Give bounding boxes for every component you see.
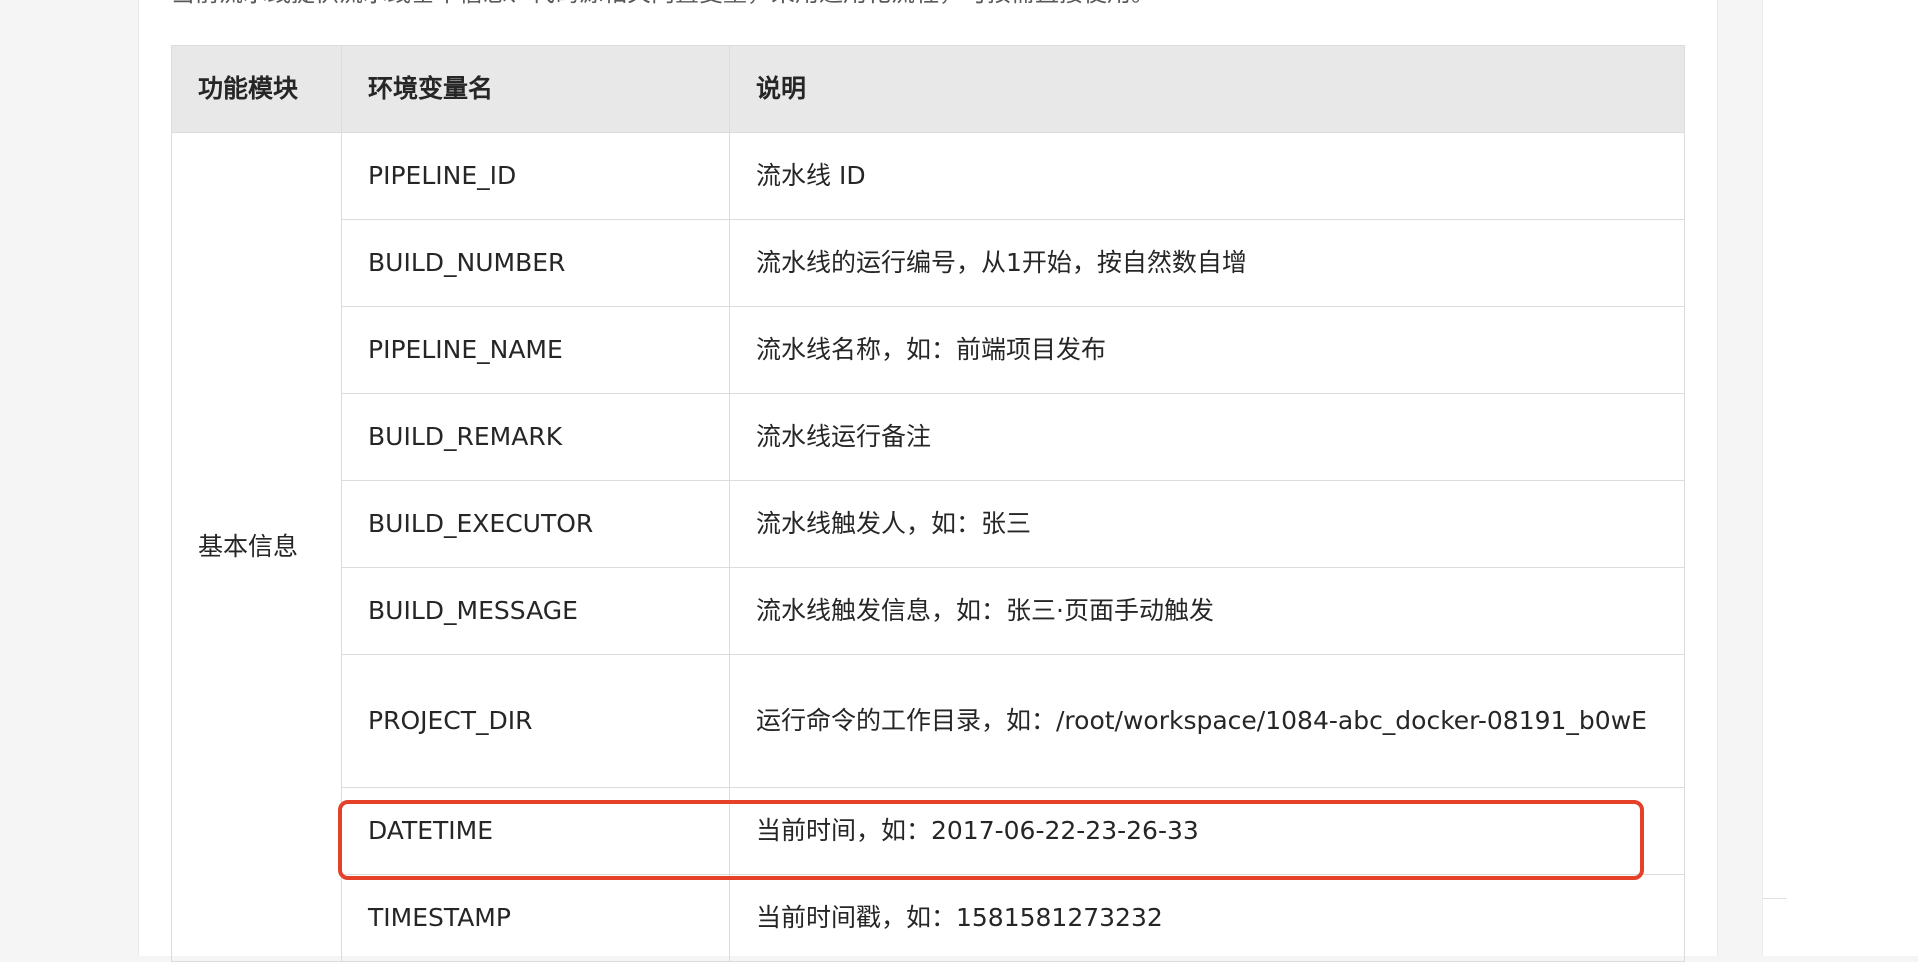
table-row: BUILD_MESSAGE 流水线触发信息，如：张三·页面手动触发 — [172, 567, 1685, 655]
variable-description: 当前时间戳，如：1581581273232 — [729, 874, 1685, 962]
table-row: PIPELINE_NAME 流水线名称，如：前端项目发布 — [172, 306, 1685, 394]
right-rail — [1762, 0, 1918, 956]
variable-name: PIPELINE_ID — [341, 132, 730, 220]
rail-divider — [1763, 898, 1787, 899]
variable-description: 流水线名称，如：前端项目发布 — [729, 306, 1685, 394]
env-variable-table: 功能模块 环境变量名 说明 基本信息 PIPELINE_ID 流水线 ID BU… — [171, 45, 1685, 962]
variable-description: 当前时间，如：2017-06-22-23-26-33 — [729, 787, 1685, 875]
variable-name: DATETIME — [341, 787, 730, 875]
table-row: TIMESTAMP 当前时间戳，如：1581581273232 — [172, 874, 1685, 962]
variable-name: BUILD_MESSAGE — [341, 567, 730, 655]
module-cell: 基本信息 — [171, 132, 342, 962]
variable-description: 流水线 ID — [729, 132, 1685, 220]
variable-description: 流水线触发信息，如：张三·页面手动触发 — [729, 567, 1685, 655]
table-row: BUILD_REMARK 流水线运行备注 — [172, 393, 1685, 481]
variable-description: 流水线的运行编号，从1开始，按自然数自增 — [729, 219, 1685, 307]
intro-paragraph: 当前流水线提供流水线基本信息、代码源相关内置变量，采用通用化流程，可按需直接使用… — [171, 0, 1671, 8]
variable-description: 流水线运行备注 — [729, 393, 1685, 481]
table-row-highlighted: DATETIME 当前时间，如：2017-06-22-23-26-33 — [172, 787, 1685, 875]
variable-name: TIMESTAMP — [341, 874, 730, 962]
variable-name: PROJECT_DIR — [341, 654, 730, 788]
variable-name: PIPELINE_NAME — [341, 306, 730, 394]
table-row: 基本信息 PIPELINE_ID 流水线 ID — [171, 132, 1685, 962]
table-row: BUILD_EXECUTOR 流水线触发人，如：张三 — [172, 480, 1685, 568]
variable-name: BUILD_NUMBER — [341, 219, 730, 307]
table-row: PROJECT_DIR 运行命令的工作目录，如：/root/workspace/… — [172, 654, 1685, 788]
variable-name: BUILD_EXECUTOR — [341, 480, 730, 568]
header-description: 说明 — [729, 45, 1685, 133]
table-header-row: 功能模块 环境变量名 说明 — [171, 45, 1685, 133]
variable-description: 流水线触发人，如：张三 — [729, 480, 1685, 568]
table-row: BUILD_NUMBER 流水线的运行编号，从1开始，按自然数自增 — [172, 219, 1685, 307]
variable-name: BUILD_REMARK — [341, 393, 730, 481]
variable-description: 运行命令的工作目录，如：/root/workspace/1084-abc_doc… — [729, 654, 1685, 788]
header-module: 功能模块 — [171, 45, 342, 133]
header-variable-name: 环境变量名 — [341, 45, 730, 133]
